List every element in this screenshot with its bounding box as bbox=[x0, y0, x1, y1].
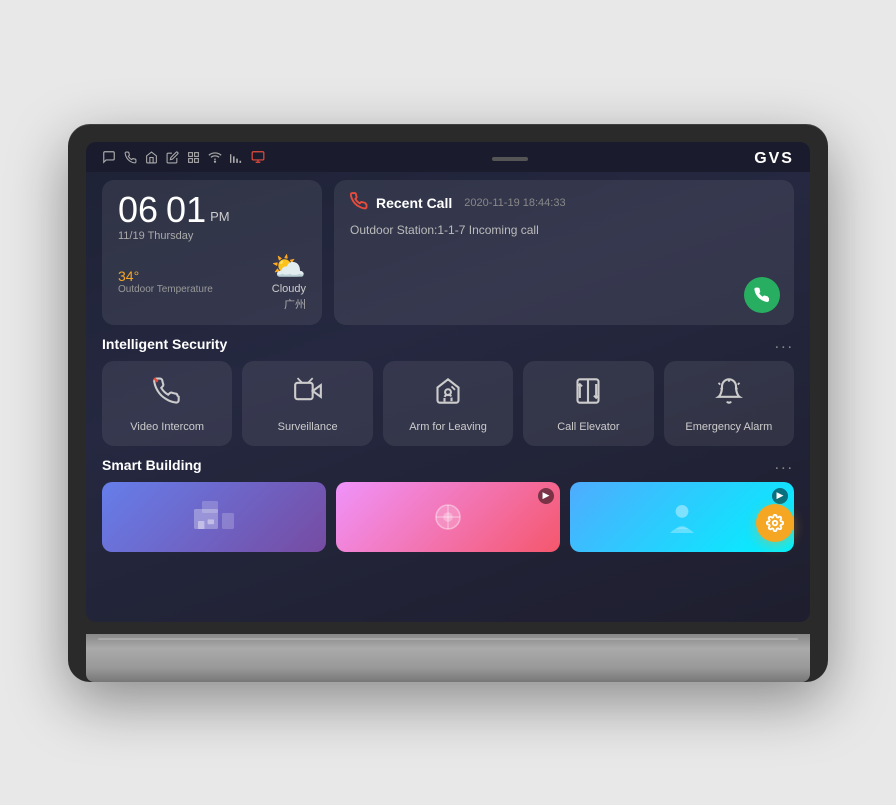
building-card-2[interactable]: ▶ bbox=[336, 482, 560, 552]
signal-icon bbox=[230, 151, 243, 167]
grid-icon bbox=[187, 151, 200, 167]
settings-fab-button[interactable] bbox=[756, 504, 794, 542]
monitor-icon bbox=[251, 150, 265, 167]
recent-call-detail: Outdoor Station:1-1-7 Incoming call bbox=[350, 223, 778, 237]
emergency-alarm-icon bbox=[715, 377, 743, 410]
call-elevator-button[interactable]: Call Elevator bbox=[523, 361, 653, 446]
recent-call-card: Recent Call 2020-11-19 18:44:33 Outdoor … bbox=[334, 180, 794, 325]
arm-for-leaving-icon bbox=[434, 377, 462, 410]
video-intercom-label: Video Intercom bbox=[130, 420, 204, 434]
building-card-1[interactable] bbox=[102, 482, 326, 552]
recent-call-title: Recent Call bbox=[376, 195, 452, 211]
weather-bottom: 34° Outdoor Temperature ⛅ Cloudy 广州 bbox=[118, 250, 306, 313]
time-minute: 01 bbox=[166, 192, 206, 228]
recent-call-timestamp: 2020-11-19 18:44:33 bbox=[464, 197, 565, 209]
recent-call-header: Recent Call 2020-11-19 18:44:33 bbox=[350, 192, 778, 215]
device-screen: GVS 06 01 PM 11/19 Thursday bbox=[86, 142, 810, 622]
drag-handle bbox=[492, 157, 528, 161]
status-icons bbox=[102, 150, 265, 167]
main-area: 06 01 PM 11/19 Thursday 34° Outdoor Temp… bbox=[86, 172, 810, 564]
edit-icon bbox=[166, 151, 179, 167]
building-card-1-image bbox=[102, 482, 326, 552]
building-card-2-overlay: ▶ bbox=[538, 488, 554, 504]
time-ampm: PM bbox=[210, 209, 230, 224]
surveillance-icon bbox=[294, 377, 322, 410]
building-more-button[interactable]: ... bbox=[775, 456, 794, 474]
time-hour: 06 bbox=[118, 192, 158, 228]
building-section-header: Smart Building ... bbox=[102, 456, 794, 474]
call-elevator-icon bbox=[574, 377, 602, 410]
screen-content: GVS 06 01 PM 11/19 Thursday bbox=[86, 142, 810, 622]
call-missed-icon bbox=[350, 192, 368, 215]
arm-for-leaving-button[interactable]: Arm for Leaving bbox=[383, 361, 513, 446]
smart-building-section: Smart Building ... bbox=[102, 456, 794, 552]
weather-condition: Cloudy bbox=[271, 283, 306, 295]
temp-info: 34° Outdoor Temperature bbox=[118, 268, 213, 295]
security-section-header: Intelligent Security ... bbox=[102, 335, 794, 353]
date-display: 11/19 Thursday bbox=[118, 230, 306, 242]
weather-right: ⛅ Cloudy 广州 bbox=[271, 250, 306, 313]
weather-card: 06 01 PM 11/19 Thursday 34° Outdoor Temp… bbox=[102, 180, 322, 325]
security-more-button[interactable]: ... bbox=[775, 335, 794, 353]
brand-logo: GVS bbox=[754, 150, 794, 168]
home-icon bbox=[145, 151, 158, 167]
security-grid: Video Intercom bbox=[102, 361, 794, 446]
intelligent-security-section: Intelligent Security ... bbox=[102, 335, 794, 446]
building-section-title: Smart Building bbox=[102, 457, 202, 473]
surveillance-button[interactable]: Surveillance bbox=[242, 361, 372, 446]
device-frame: GVS 06 01 PM 11/19 Thursday bbox=[68, 124, 828, 682]
arm-for-leaving-label: Arm for Leaving bbox=[409, 420, 487, 434]
status-bar: GVS bbox=[86, 142, 810, 172]
wifi-icon bbox=[208, 150, 222, 167]
device-stand bbox=[86, 634, 810, 682]
weather-desc: Cloudy 广州 bbox=[271, 283, 306, 313]
building-card-2-image bbox=[336, 482, 560, 552]
top-row: 06 01 PM 11/19 Thursday 34° Outdoor Temp… bbox=[102, 180, 794, 325]
call-elevator-label: Call Elevator bbox=[557, 420, 619, 434]
security-section-title: Intelligent Security bbox=[102, 336, 227, 352]
temp-label: Outdoor Temperature bbox=[118, 284, 213, 295]
time-display: 06 01 PM bbox=[118, 192, 306, 228]
video-intercom-icon bbox=[153, 377, 181, 410]
phone-icon bbox=[124, 151, 137, 167]
chat-icon bbox=[102, 150, 116, 167]
weather-icon: ⛅ bbox=[271, 250, 306, 283]
weather-city: 广州 bbox=[284, 299, 306, 311]
emergency-alarm-button[interactable]: Emergency Alarm bbox=[664, 361, 794, 446]
surveillance-label: Surveillance bbox=[278, 420, 338, 434]
emergency-alarm-label: Emergency Alarm bbox=[685, 420, 772, 434]
video-intercom-button[interactable]: Video Intercom bbox=[102, 361, 232, 446]
temp-value: 34° bbox=[118, 268, 213, 284]
building-grid: ▶ ▶ bbox=[102, 482, 794, 552]
building-card-3-overlay: ▶ bbox=[772, 488, 788, 504]
answer-call-button[interactable] bbox=[744, 277, 780, 313]
